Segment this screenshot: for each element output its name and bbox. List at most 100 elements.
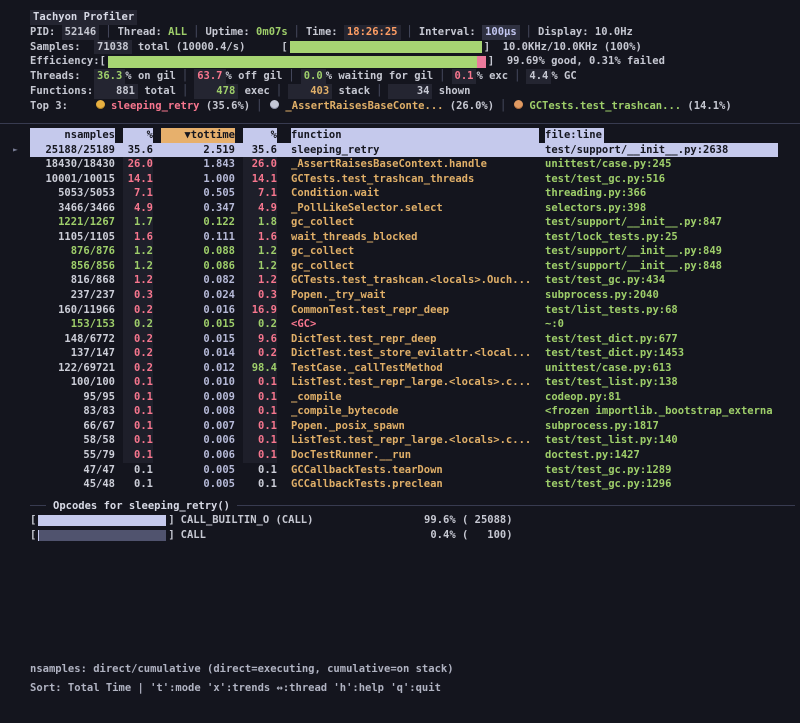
- table-row[interactable]: 100/1000.10.0100.1ListTest.test_repr_lar…: [30, 375, 800, 390]
- pct-cell: 35.6: [123, 143, 153, 158]
- header-pct[interactable]: %: [123, 128, 153, 143]
- cum-pct-cell: 0.1: [243, 375, 277, 390]
- table-divider: [0, 123, 800, 124]
- opcodes-body: []CALL_BUILTIN_O (CALL)99.6% ( 25088)[]C…: [30, 513, 800, 543]
- nsamples-cell: 25188/25189: [30, 143, 115, 158]
- table-row[interactable]: 55/790.10.0060.1DocTestRunner.__rundocte…: [30, 448, 800, 463]
- nsamples-cell: 5053/5053: [30, 186, 115, 201]
- table-row[interactable]: 816/8681.20.0821.2GCTests.test_trashcan.…: [30, 273, 800, 288]
- table-row[interactable]: 83/830.10.0080.1_compile_bytecode<frozen…: [30, 404, 800, 419]
- table-row[interactable]: 1221/12671.70.1221.8gc_collecttest/suppo…: [30, 215, 800, 230]
- table-row[interactable]: 3466/34664.90.3474.9_PollLikeSelector.se…: [30, 201, 800, 216]
- tottime-cell: 1.000: [161, 172, 235, 187]
- table-row[interactable]: 95/950.10.0090.1_compilecodeop.py:81: [30, 390, 800, 405]
- separator: │: [187, 25, 205, 40]
- tottime-cell: 0.111: [161, 230, 235, 245]
- function-cell: TestCase._callTestMethod: [291, 361, 539, 376]
- table-row[interactable]: 153/1530.20.0150.2<GC>~:0: [30, 317, 800, 332]
- nsamples-cell: 58/58: [30, 433, 115, 448]
- table-row[interactable]: 47/470.10.0050.1GCCallbackTests.tearDown…: [30, 463, 800, 478]
- nsamples-cell: 1105/1105: [30, 230, 115, 245]
- bracket: ]: [168, 528, 174, 543]
- bracket: [: [30, 528, 36, 543]
- header-file[interactable]: file:line: [545, 128, 604, 143]
- cum-pct-cell: 0.1: [243, 463, 277, 478]
- opcode-pct: 0.4%: [416, 528, 456, 543]
- table-row[interactable]: 876/8761.20.0881.2gc_collecttest/support…: [30, 244, 800, 259]
- function-cell: Condition.wait: [291, 186, 539, 201]
- table-row[interactable]: 856/8561.20.0861.2gc_collecttest/support…: [30, 259, 800, 274]
- table-row[interactable]: 160/119660.20.01616.9CommonTest.test_rep…: [30, 303, 800, 318]
- nsamples-cell: 83/83: [30, 404, 115, 419]
- table-row[interactable]: ►25188/2518935.62.51935.6sleeping_retryt…: [30, 143, 778, 158]
- table-row[interactable]: 5053/50537.10.5057.1Condition.waitthread…: [30, 186, 800, 201]
- table-row[interactable]: 122/697210.20.01298.4TestCase._callTestM…: [30, 361, 800, 376]
- function-cell: _AssertRaisesBaseContext.handle: [291, 157, 539, 172]
- samples-rate-text: [490, 40, 503, 55]
- threads-label: Threads:: [30, 69, 94, 84]
- rule-segment: [237, 505, 795, 506]
- rule-segment: [30, 505, 46, 506]
- separator: │: [494, 100, 512, 112]
- efficiency-line: Efficiency: [ ] 99.69% good, 0.31% faile…: [0, 54, 800, 69]
- header-cum-pct[interactable]: %: [243, 128, 277, 143]
- function-cell: _compile_bytecode: [291, 404, 539, 419]
- efficiency-summary: 99.69% good, 0.31% failed: [507, 54, 665, 69]
- function-cell: DocTestRunner.__run: [291, 448, 539, 463]
- table-body: ►25188/2518935.62.51935.6sleeping_retryt…: [30, 143, 800, 492]
- thread-value[interactable]: ALL: [168, 25, 187, 40]
- top3-function-pct: (35.6%): [200, 100, 251, 112]
- bracket: ]: [168, 513, 174, 528]
- tottime-cell: 0.015: [161, 317, 235, 332]
- top3-function-name: sleeping_retry: [111, 100, 200, 112]
- nsamples-cell: 148/6772: [30, 332, 115, 347]
- function-cell: wait_threads_blocked: [291, 230, 539, 245]
- header-function[interactable]: function: [291, 128, 539, 143]
- pct-cell: 1.2: [123, 244, 153, 259]
- opcode-row: []CALL_BUILTIN_O (CALL)99.6% ( 25088): [30, 513, 800, 528]
- silver-medal-icon: [270, 100, 279, 109]
- cum-pct-cell: 14.1: [243, 172, 277, 187]
- cum-pct-cell: 26.0: [243, 157, 277, 172]
- pct-cell: 0.2: [123, 332, 153, 347]
- pct-cell: 0.2: [123, 361, 153, 376]
- header-tottime-sorted[interactable]: ▼tottime: [161, 128, 235, 143]
- table-row[interactable]: 10001/1001514.11.00014.1GCTests.test_tra…: [30, 172, 800, 187]
- table-row[interactable]: 137/1470.20.0140.2DictTest.test_store_ev…: [30, 346, 800, 361]
- interval-value[interactable]: 100µs: [482, 25, 520, 40]
- pct-cell: 0.2: [123, 346, 153, 361]
- opcode-bar-fill: [38, 530, 39, 541]
- efficiency-bar: [108, 56, 486, 68]
- function-cell: GCTests.test_trashcan_threads: [291, 172, 539, 187]
- tottime-cell: 0.024: [161, 288, 235, 303]
- table-row[interactable]: 1105/11051.60.1111.6wait_threads_blocked…: [30, 230, 800, 245]
- file-line-cell: test/test_list.py:140: [545, 433, 800, 448]
- file-line-cell: test/test_gc.py:434: [545, 273, 800, 288]
- file-line-cell: test/support/__init__.py:847: [545, 215, 800, 230]
- samples-line: Samples: 71038 total (10000.4/s) [ ] 10.…: [0, 40, 800, 55]
- footer-help-nsamples: nsamples: direct/cumulative (direct=exec…: [30, 660, 800, 679]
- header-nsamples[interactable]: nsamples: [30, 128, 115, 143]
- cum-pct-cell: 0.3: [243, 288, 277, 303]
- pct-cell: 0.1: [123, 477, 153, 492]
- waiting-gil-unit: % waiting for gil: [326, 69, 433, 84]
- table-row[interactable]: 58/580.10.0060.1ListTest.test_repr_large…: [30, 433, 800, 448]
- tottime-cell: 0.347: [161, 201, 235, 216]
- table-row[interactable]: 66/670.10.0070.1Popen._posix_spawnsubpro…: [30, 419, 800, 434]
- table-row[interactable]: 18430/1843026.01.84326.0_AssertRaisesBas…: [30, 157, 800, 172]
- bronze-medal-icon: [514, 100, 523, 109]
- table-row[interactable]: 148/67720.20.0159.6DictTest.test_repr_de…: [30, 332, 800, 347]
- top3-entries: sleeping_retry (35.6%)│_AssertRaisesBase…: [94, 99, 732, 114]
- table-row[interactable]: 237/2370.30.0240.3Popen._try_waitsubproc…: [30, 288, 800, 303]
- separator: │: [250, 100, 268, 112]
- thread-label: Thread:: [118, 25, 162, 40]
- functions-label: Functions:: [30, 84, 94, 99]
- pct-cell: 0.1: [123, 448, 153, 463]
- cum-pct-cell: 0.1: [243, 433, 277, 448]
- cum-pct-cell: 0.1: [243, 390, 277, 405]
- threads-line: Threads: 36.3% on gil │ 63.7% off gil │ …: [0, 69, 800, 84]
- table-row[interactable]: 45/480.10.0050.1GCCallbackTests.preclean…: [30, 477, 800, 492]
- top3-function-pct: (26.0%): [443, 100, 494, 112]
- off-gil-value: 63.7: [194, 69, 225, 84]
- pct-cell: 0.1: [123, 404, 153, 419]
